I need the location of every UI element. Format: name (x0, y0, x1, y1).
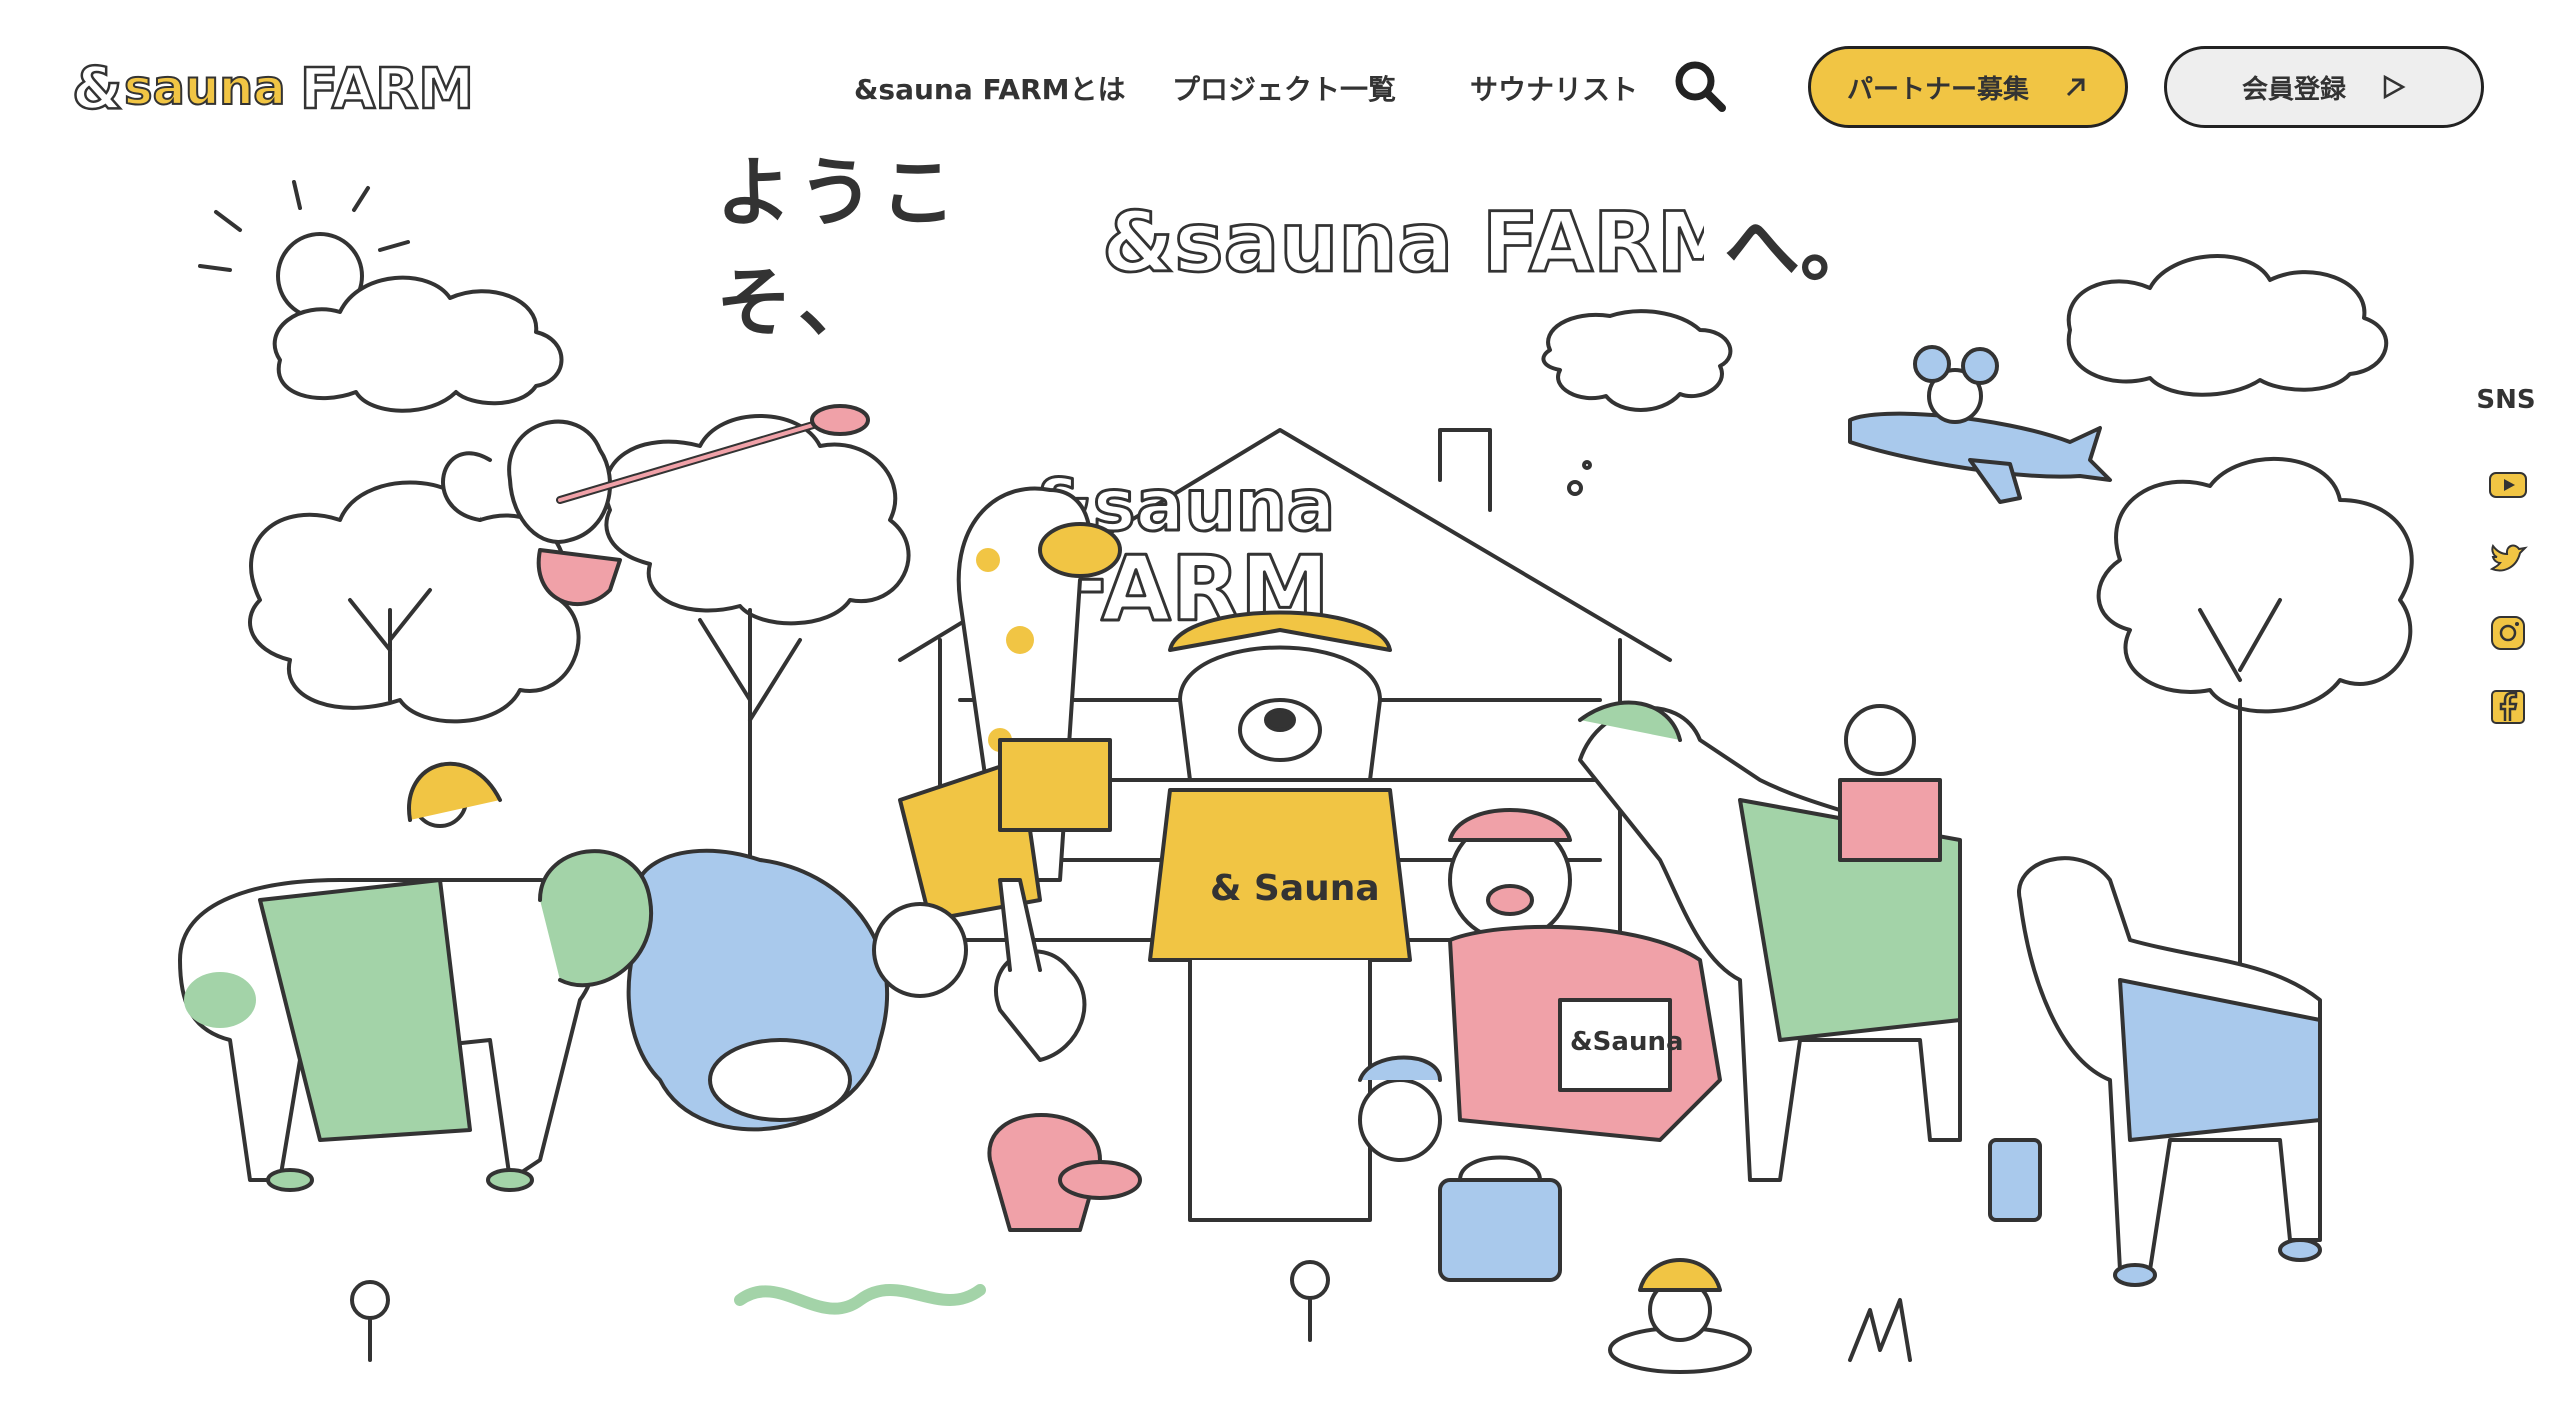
cloud-right (2066, 254, 2389, 397)
twitter-link[interactable] (2488, 539, 2528, 579)
youtube-link[interactable] (2488, 465, 2528, 505)
giraffe (898, 486, 1122, 922)
youtube-icon (2489, 472, 2527, 498)
grass (1848, 1298, 1912, 1362)
flower-mid (1290, 1260, 1330, 1342)
logo-amp: & (72, 54, 123, 122)
partner-recruit-button[interactable]: パートナー募集 (1808, 46, 2128, 128)
site-logo[interactable]: & sauna FARM (72, 52, 492, 122)
cow (178, 761, 654, 1192)
facebook-icon (2491, 690, 2525, 724)
instagram-link[interactable] (2488, 613, 2528, 653)
external-arrow-icon (2066, 78, 2085, 97)
logo-farm: FARM (300, 57, 474, 122)
sns-sidebar: SNS (2470, 385, 2550, 745)
goat (1988, 856, 2322, 1287)
cloud-smoke (1541, 309, 1733, 412)
mole (1608, 1258, 1752, 1374)
bag-label-text: &Sauna (1570, 1027, 1684, 1057)
sheep (626, 848, 968, 1132)
search-icon (1675, 61, 1726, 112)
facebook-link[interactable] (2488, 687, 2528, 727)
rabbit (987, 878, 1142, 1232)
flower-left (350, 1280, 390, 1362)
bear-shirt-text: & Sauna (1210, 868, 1380, 909)
partner-recruit-label: パートナー募集 (1846, 74, 2029, 105)
nav-projects[interactable]: プロジェクト一覧 (1172, 60, 1396, 120)
logo-sauna: sauna (124, 60, 286, 116)
sns-label: SNS (2476, 385, 2536, 415)
play-triangle-icon (2383, 74, 2406, 100)
hero-illustration: &sauna FARM & Sauna &Sauna (140, 180, 2440, 1403)
snake (734, 1284, 986, 1315)
site-header: & sauna FARM &sauna FARMとは プロジェクト一覧 サウナリ… (0, 0, 2560, 180)
twitter-icon (2489, 543, 2528, 572)
member-register-button[interactable]: 会員登録 (2164, 46, 2484, 128)
airplane-mouse (1848, 345, 2112, 504)
instagram-icon (2491, 616, 2525, 650)
member-register-label: 会員登録 (2241, 74, 2346, 105)
nav-sauna-list[interactable]: サウナリスト (1470, 60, 1638, 120)
search-button[interactable] (1670, 56, 1730, 116)
nav-about[interactable]: &sauna FARMとは (854, 60, 1126, 120)
